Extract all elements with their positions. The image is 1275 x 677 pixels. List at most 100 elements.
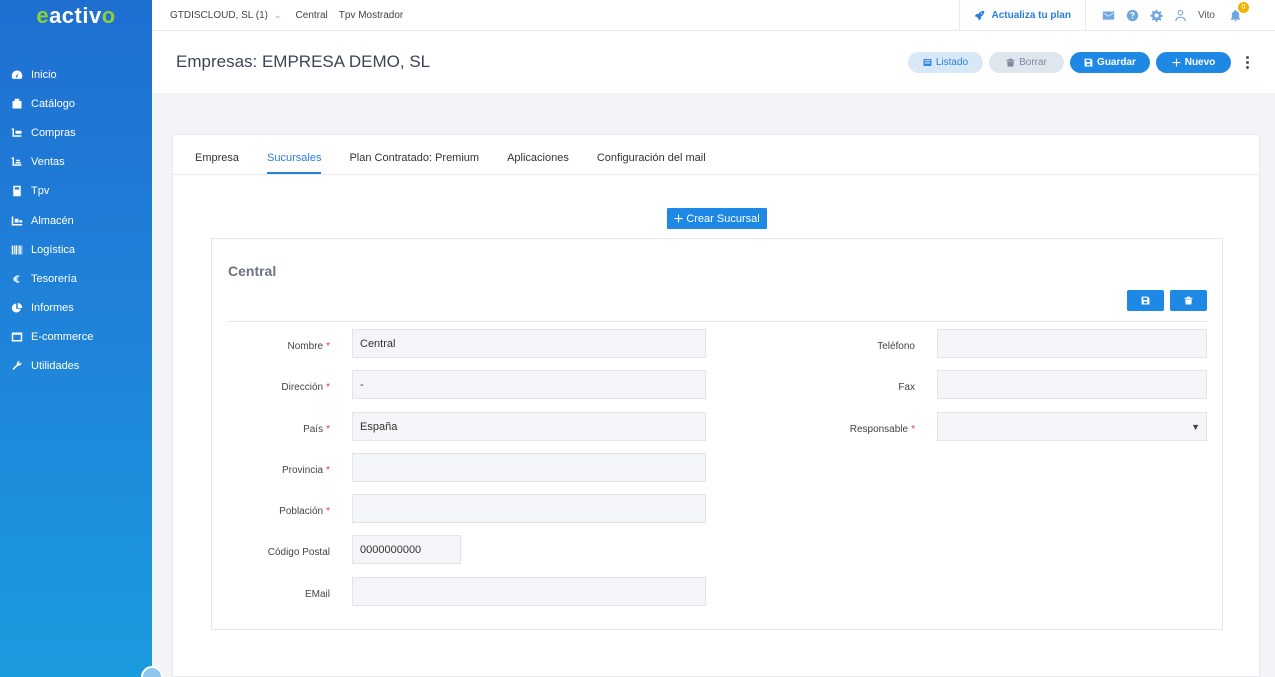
page-title: Empresas: EMPRESA DEMO, SL [176,52,431,71]
user-icon[interactable] [1174,9,1187,22]
tab-aplicaciones[interactable]: Aplicaciones [507,152,569,174]
wrench-icon [10,359,24,373]
barcode-icon [10,243,24,257]
dashboard-icon [10,68,24,82]
branch-panel: Central Nombre * Dirección * País * Provinc… [211,238,1223,630]
floppy-icon [1084,58,1093,66]
provincia-field[interactable] [352,453,706,482]
telefono-field[interactable] [937,329,1207,358]
upgrade-plan-button[interactable]: Actualiza tu plan [959,0,1086,31]
list-button[interactable]: Listado [908,51,983,73]
content-card: Empresa Sucursales Plan Contratado: Prem… [172,134,1260,677]
sidebar-item-label: Utilidades [31,360,80,373]
sidebar-item-almacen[interactable]: Almacén [0,206,152,235]
store-link[interactable]: Central [296,10,328,21]
nombre-field[interactable]: Central [352,329,706,358]
delete-button[interactable]: Borrar [989,51,1064,73]
pais-label: País * [303,424,330,435]
provincia-label-text: Provincia [281,465,324,476]
save-button[interactable]: Guardar [1070,51,1150,73]
logo-part: o [101,2,116,28]
mail-icon[interactable] [1102,9,1115,22]
page-header: Empresas: EMPRESA DEMO, SL Listado Borra… [152,31,1275,93]
new-button-label: Nuevo [1184,56,1216,68]
responsable-label: Responsable * [850,424,915,435]
direccion-label: Dirección * [281,382,330,393]
sidebar-nav: Inicio Catálogo Compras Ventas Tpv Almac… [0,60,152,381]
sidebar-item-logistica[interactable]: Logística [0,235,152,264]
responsable-select[interactable]: ▼ [937,412,1207,441]
sidebar-item-inicio[interactable]: Inicio [0,60,152,89]
poblacion-label-text: Población [279,506,324,517]
codigo-postal-label: Código Postal [267,547,330,558]
tab-configuracion-mail[interactable]: Configuración del mail [597,152,706,174]
responsable-label-text: Responsable [849,424,909,435]
branch-delete-button[interactable] [1170,290,1207,311]
cart-icon [10,126,24,140]
create-branch-label: Crear Sucursal [686,212,760,225]
dropdown-arrow-icon: ▼ [1191,422,1200,432]
pais-field[interactable]: España [352,412,706,441]
sidebar-item-label: Compras [31,126,76,139]
required-mark: * [326,382,330,393]
company-selector[interactable]: GTDISCLOUD, SL (1) ⌄ [170,10,282,21]
sidebar-item-label: Tesorería [31,272,77,285]
sidebar-item-compras[interactable]: Compras [0,118,152,147]
sidebar-collapse-button[interactable] [141,666,163,677]
list-icon [923,58,932,66]
tab-empresa[interactable]: Empresa [195,152,239,174]
sidebar-item-tesoreria[interactable]: Tesorería [0,264,152,293]
required-mark: * [326,424,330,435]
sidebar-item-tpv[interactable]: Tpv [0,177,152,206]
euro-icon [10,272,24,286]
sidebar-item-informes[interactable]: Informes [0,294,152,323]
bell-icon[interactable]: 0 [1229,1,1249,22]
eactivo-logo[interactable]: e activ o [0,0,152,31]
required-mark: * [326,465,330,476]
user-name[interactable]: Vito [1198,10,1215,21]
required-mark: * [911,424,915,435]
sidebar-item-ventas[interactable]: Ventas [0,148,152,177]
sidebar-item-ecommerce[interactable]: E-commerce [0,323,152,352]
trash-icon [1006,58,1015,66]
sidebar-item-catalogo[interactable]: Catálogo [0,89,152,118]
tab-plan-contratado[interactable]: Plan Contratado: Premium [349,152,479,174]
branch-title: Central [228,263,277,279]
fax-field[interactable] [937,370,1207,399]
more-options-icon[interactable] [1243,55,1251,70]
sidebar-item-label: Ventas [31,156,65,169]
delete-button-label: Borrar [1019,56,1047,68]
direccion-field[interactable]: - [352,370,706,399]
provincia-label: Provincia * [282,465,330,476]
chevron-down-icon: ⌄ [273,9,282,20]
email-field[interactable] [352,577,706,606]
pais-label-text: País [303,424,324,435]
help-icon[interactable] [1126,9,1139,22]
poblacion-label: Población * [279,506,330,517]
branch-actions [1121,290,1207,311]
branch-save-button[interactable] [1127,290,1164,311]
tab-sucursales[interactable]: Sucursales [267,152,322,174]
sidebar-item-label: Tpv [31,185,50,198]
email-label: EMail [304,589,330,600]
pos-link[interactable]: Tpv Mostrador [339,10,403,21]
sidebar: e activ o Inicio Catálogo Compras Ventas T… [0,0,152,677]
tab-bar: Empresa Sucursales Plan Contratado: Prem… [173,135,1259,175]
required-mark: * [326,341,330,352]
header-actions: Listado Borrar Guardar Nuevo [902,51,1251,73]
new-button[interactable]: Nuevo [1156,51,1231,73]
sidebar-item-label: Inicio [31,68,57,81]
topbar-icons: Vito 0 [1086,1,1275,22]
create-branch-button[interactable]: Crear Sucursal [667,208,767,229]
nombre-label: Nombre * [288,341,330,352]
sidebar-item-label: Logística [31,243,76,256]
codigo-postal-field[interactable]: 0000000000 [352,535,461,564]
sidebar-item-utilidades[interactable]: Utilidades [0,352,152,381]
floppy-icon [1141,296,1150,305]
sidebar-item-label: Almacén [31,214,74,227]
pie-chart-icon [10,301,24,315]
logo-part: e [36,2,50,28]
poblacion-field[interactable] [352,494,706,523]
gear-icon[interactable] [1150,8,1163,22]
fax-label: Fax [898,382,915,393]
